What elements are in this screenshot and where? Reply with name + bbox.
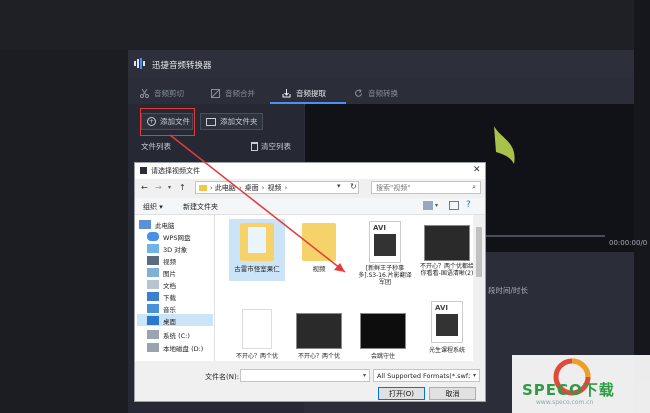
watermark-subtext: www.speco.com.cn bbox=[536, 399, 594, 406]
red-arrow-icon bbox=[169, 134, 346, 273]
watermark-text: SPECO下载 bbox=[522, 381, 615, 399]
watermark: SPECO下载 www.speco.com.cn bbox=[512, 355, 650, 413]
